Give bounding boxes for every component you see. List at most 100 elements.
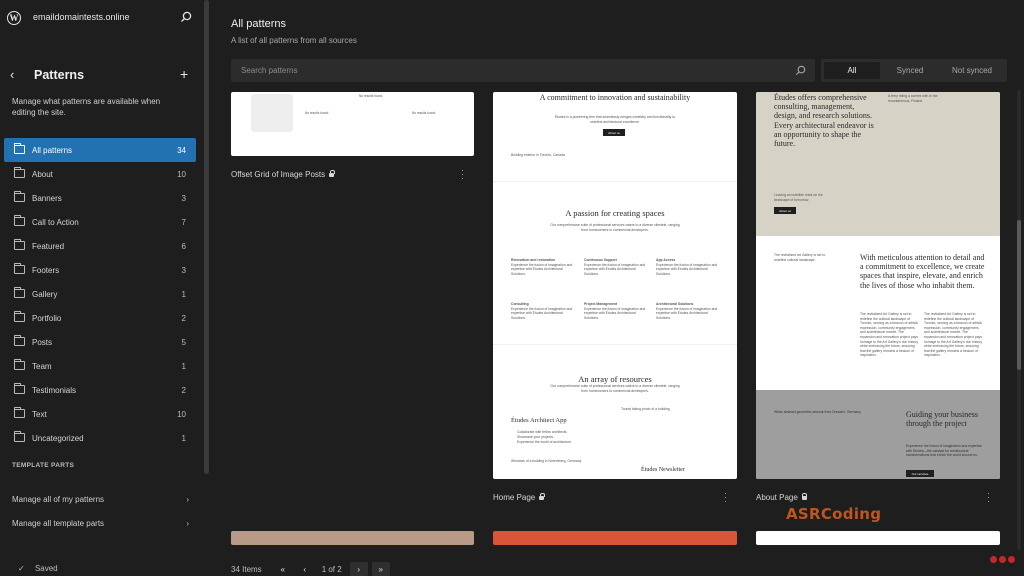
folder-icon [14,215,25,226]
service-title: App Access [656,258,676,262]
service-item: App Access Experience the fusion of imagi… [656,258,718,276]
folder-icon [14,143,25,154]
sidebar-item-label: Portfolio [32,313,62,323]
folder-icon [14,239,25,250]
sidebar-item-count: 5 [181,337,186,347]
site-name[interactable]: emaildomaintests.online [33,12,130,22]
sidebar-item-banners[interactable]: Banners 3 [4,186,196,210]
search-icon[interactable] [180,11,192,23]
folder-icon [14,191,25,202]
sidebar-item-label: Testimonials [32,385,77,395]
folder-icon [14,167,25,178]
sidebar-item-team[interactable]: Team 1 [4,354,196,378]
sidebar-item-label: Call to Action [32,217,79,227]
home-caption-1: Building exterior in Toronto, Canada [511,153,565,157]
lock-icon [539,493,545,500]
filter-all[interactable]: All [824,62,880,79]
sidebar-item-count: 2 [181,385,186,395]
next-page-button[interactable]: › [349,562,368,576]
home-heading-2: A passion for creating spaces [565,208,665,218]
sidebar-item-uncategorized[interactable]: Uncategorized 1 [4,426,196,450]
sidebar-scrollbar[interactable] [204,0,209,474]
wordpress-logo-icon[interactable]: W [7,11,21,25]
folder-icon [14,335,25,346]
pattern-preview-offset-grid[interactable]: No results found. No results found. No r… [231,92,474,156]
pattern-preview-next-2[interactable] [493,531,737,545]
pattern-preview-next-1[interactable] [231,531,474,545]
first-page-button[interactable]: « [274,562,292,576]
manage-patterns-link[interactable]: Manage all of my patterns › [12,495,192,509]
home-blurb-3: Our comprehensive suite of professional … [550,384,680,393]
folder-icon [14,263,25,274]
sidebar-item-posts[interactable]: Posts 5 [4,330,196,354]
pattern-preview-next-3[interactable] [756,531,1000,545]
pattern-actions-kebab-icon[interactable]: · · · [724,489,727,506]
pattern-title-label: Offset Grid of Image Posts [231,170,326,179]
no-results-text: No results found. [359,94,384,98]
manage-patterns-label: Manage all of my patterns [12,495,105,504]
sidebar-item-gallery[interactable]: Gallery 1 [4,282,196,306]
about-bottom-section [756,390,1000,479]
pattern-title-home-page[interactable]: Home Page [493,493,545,502]
home-blurb-1: Études is a pioneering firm that seamles… [554,115,676,124]
sidebar-item-count: 2 [181,313,186,323]
sidebar-item-about[interactable]: About 10 [4,162,196,186]
service-text: Experience the fusion of imagination and… [511,306,573,320]
sidebar-item-testimonials[interactable]: Testimonials 2 [4,378,196,402]
page-indicator: 1 of 2 [321,564,342,574]
filter-synced[interactable]: Synced [882,62,938,79]
about-caption-3: White abstract geometric artwork from Dr… [774,410,861,414]
sidebar-item-footers[interactable]: Footers 3 [4,258,196,282]
pattern-category-list: All patterns 34 About 10 Banners 3 Call … [4,138,196,450]
newsletter-title: Études Newsletter [641,467,685,473]
pattern-actions-kebab-icon[interactable]: · · · [987,489,990,506]
no-results-text: No results found. [412,111,437,115]
pattern-actions-kebab-icon[interactable]: · · · [461,166,464,183]
manage-template-parts-link[interactable]: Manage all template parts › [12,519,192,533]
sidebar-item-all-patterns[interactable]: All patterns 34 [4,138,196,162]
service-item: Consulting Experience the fusion of imagi… [511,302,573,320]
sidebar: W emaildomaintests.online ‹ Patterns + M… [0,0,202,576]
service-title: Renovation and restoration [511,258,556,262]
sidebar-item-count: 7 [181,217,186,227]
back-chevron-icon[interactable]: ‹ [10,67,14,82]
about-us-button: About us [774,207,796,214]
last-page-button[interactable]: » [371,562,390,576]
sidebar-item-label: Posts [32,337,53,347]
sidebar-item-count: 34 [177,145,186,155]
save-status: ✓ Saved [18,564,58,573]
service-text: Experience the fusion of imagination and… [656,262,718,276]
template-parts-heading: TEMPLATE PARTS [12,462,75,469]
pattern-preview-about-page[interactable]: Études offers comprehensive consulting, … [756,92,1000,479]
pattern-preview-home-page[interactable]: A commitment to innovation and sustainab… [493,92,737,479]
app-item: Showcase your projects. [517,435,554,439]
pattern-title-about-page[interactable]: About Page [756,493,808,502]
search-patterns-input[interactable]: Search patterns [231,59,815,82]
add-pattern-plus-icon[interactable]: + [180,66,188,82]
chevron-right-icon: › [186,495,189,504]
home-heading-3: An array of resources [578,374,652,384]
checkmark-icon: ✓ [18,564,25,573]
previous-page-button[interactable]: ‹ [296,562,314,576]
lock-icon [329,170,335,177]
sidebar-item-call-to-action[interactable]: Call to Action 7 [4,210,196,234]
pagination: 34 Items « ‹ 1 of 2 › » [231,562,394,576]
app-item: Experience the world of architecture. [517,440,573,444]
manage-template-parts-label: Manage all template parts [12,519,105,528]
filter-not-synced[interactable]: Not synced [941,62,1003,79]
search-icon [795,65,806,76]
pattern-title-offset-grid[interactable]: Offset Grid of Image Posts [231,170,335,179]
main-scrollbar[interactable] [1017,90,1021,550]
page-title: All patterns [231,18,287,30]
service-title: Architectural Solutions [656,302,694,306]
section-divider [493,181,737,182]
sidebar-item-count: 1 [181,289,186,299]
sidebar-item-portfolio[interactable]: Portfolio 2 [4,306,196,330]
sidebar-item-text[interactable]: Text 10 [4,402,196,426]
sidebar-item-label: Team [32,361,52,371]
sidebar-item-featured[interactable]: Featured 6 [4,234,196,258]
page-subtitle: A list of all patterns from all sources [231,36,357,45]
sidebar-item-count: 3 [181,265,186,275]
sync-filter: All Synced Not synced [821,59,1007,82]
sidebar-item-label: Text [32,409,47,419]
